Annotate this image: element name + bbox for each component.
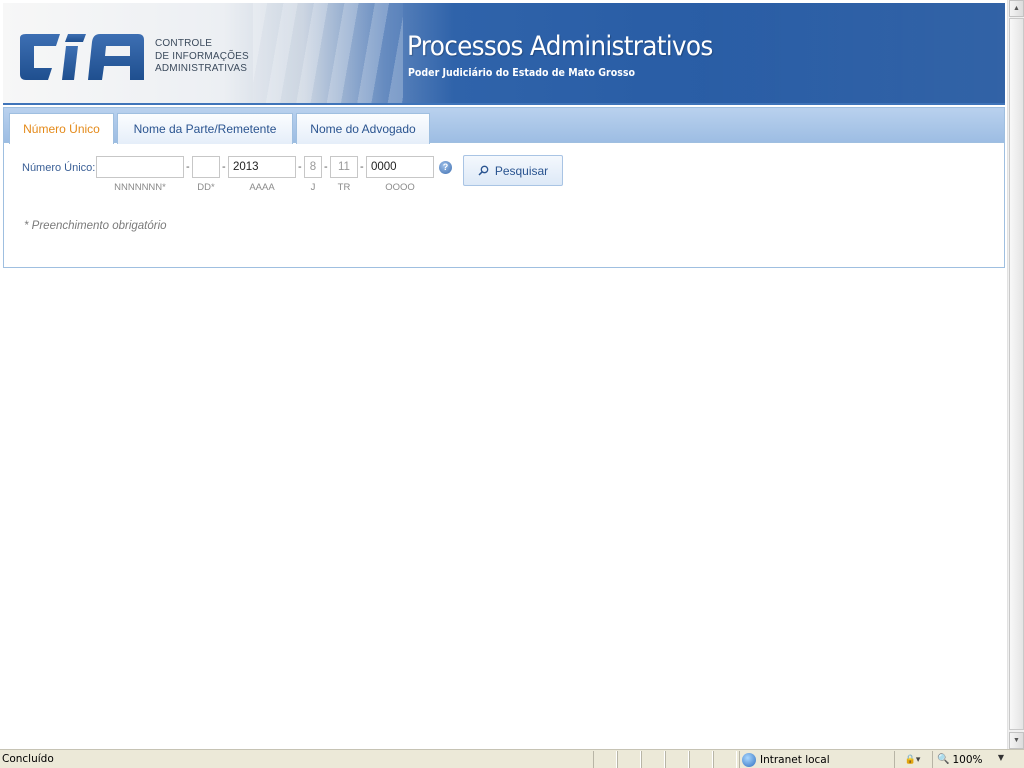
tab-nome-da-parte[interactable]: Nome da Parte/Remetente xyxy=(117,113,293,144)
hint-origin: OOOO xyxy=(385,182,415,193)
status-cell xyxy=(617,751,641,768)
cia-logo xyxy=(20,34,144,80)
search-panel: Número Único Nome da Parte/Remetente Nom… xyxy=(3,107,1005,268)
logo-line-1: CONTROLE xyxy=(155,38,213,49)
search-button-label: Pesquisar xyxy=(494,163,549,178)
zoom-icon: 🔍 xyxy=(937,754,950,765)
hint-court: TR xyxy=(337,182,351,193)
tab-nome-do-advogado[interactable]: Nome do Advogado xyxy=(296,113,430,144)
zoom-level: 100% xyxy=(952,753,983,766)
separator: - xyxy=(298,161,302,173)
numero-unico-label: Número Único: xyxy=(22,162,96,174)
separator: - xyxy=(324,161,328,173)
app-subtitle: Poder Judiciário do Estado de Mato Gross… xyxy=(408,67,635,79)
question-circle-icon[interactable]: ? xyxy=(439,161,452,174)
check-digits-input[interactable] xyxy=(192,156,220,178)
zone-label: Intranet local xyxy=(760,753,830,766)
magnifier-icon xyxy=(478,165,489,176)
logo-text: CONTROLE DE INFORMAÇÕES ADMINISTRATIVAS xyxy=(155,38,249,76)
separator: - xyxy=(360,161,364,173)
security-zone[interactable]: Intranet local xyxy=(739,751,891,768)
scroll-thumb[interactable] xyxy=(1009,18,1024,730)
scroll-up-button[interactable]: ▲ xyxy=(1009,0,1024,17)
status-text: Concluído xyxy=(2,753,54,765)
year-input[interactable] xyxy=(228,156,296,178)
divider xyxy=(3,103,1005,105)
scroll-down-button[interactable]: ▼ xyxy=(1009,732,1024,749)
header-banner: CONTROLE DE INFORMAÇÕES ADMINISTRATIVAS … xyxy=(3,3,1005,103)
status-cell xyxy=(665,751,689,768)
zoom-control[interactable]: 🔍 100% ▼ xyxy=(932,751,1008,768)
globe-icon xyxy=(742,752,756,767)
protected-mode-icon[interactable]: 🔒▾ xyxy=(894,751,930,768)
required-note: * Preenchimento obrigatório xyxy=(24,220,167,232)
page: CONTROLE DE INFORMAÇÕES ADMINISTRATIVAS … xyxy=(0,0,1007,749)
status-cell xyxy=(713,751,737,768)
tab-strip: Número Único Nome da Parte/Remetente Nom… xyxy=(4,108,1004,144)
app-title: Processos Administrativos xyxy=(407,31,713,62)
logo-line-2: DE INFORMAÇÕES xyxy=(155,50,249,62)
sequential-number-input[interactable] xyxy=(96,156,184,178)
hint-year: AAAA xyxy=(249,182,275,193)
hint-justice-segment: J xyxy=(310,182,316,193)
status-bar: Concluído Intranet local 🔒▾ 🔍 100% ▼ xyxy=(0,749,1024,768)
vertical-scrollbar[interactable]: ▲ ▼ xyxy=(1007,0,1024,749)
status-cell xyxy=(593,751,617,768)
separator: - xyxy=(186,161,190,173)
status-cell xyxy=(641,751,665,768)
chevron-down-icon: ▼ xyxy=(997,753,1004,762)
separator: - xyxy=(222,161,226,173)
banner-decoration xyxy=(253,3,403,103)
logo-line-3: ADMINISTRATIVAS xyxy=(155,63,248,74)
search-form: Número Único: - - - - - ? NNNNNNN* DD* A… xyxy=(4,144,1004,267)
origin-input[interactable] xyxy=(366,156,434,178)
search-button[interactable]: Pesquisar xyxy=(463,155,563,186)
tab-numero-unico[interactable]: Número Único xyxy=(9,113,114,144)
hint-check-digits: DD* xyxy=(197,182,215,193)
hint-sequential: NNNNNNN* xyxy=(114,182,166,193)
justice-segment-input xyxy=(304,156,322,178)
status-cell xyxy=(689,751,713,768)
court-input xyxy=(330,156,358,178)
